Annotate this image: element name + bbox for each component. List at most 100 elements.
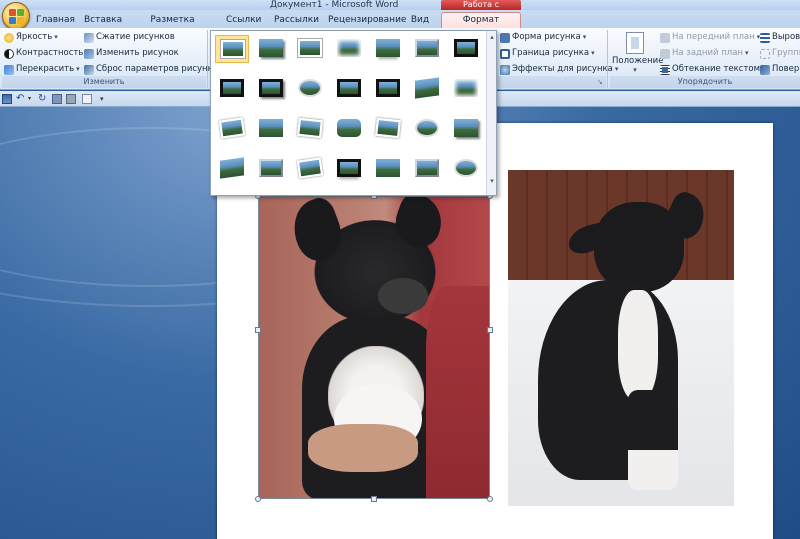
picture-style-thumb[interactable] [254, 35, 288, 63]
picture-style-thumb[interactable] [449, 115, 483, 143]
picture-style-thumb[interactable] [293, 115, 327, 143]
picture-style-thumb[interactable] [293, 75, 327, 103]
picture-style-thumb[interactable] [254, 75, 288, 103]
styles-group-label [498, 76, 606, 88]
send-back-label: На задний план [672, 48, 743, 58]
customize-qat-icon[interactable]: ▾ [100, 94, 110, 104]
scroll-down-icon[interactable]: ▾ [488, 177, 496, 185]
style-preview-image [337, 159, 361, 177]
chevron-down-icon: ▾ [633, 66, 637, 74]
picture-style-thumb[interactable] [254, 155, 288, 183]
picture-shape-label: Форма рисунка [512, 32, 581, 42]
style-preview-image [221, 40, 245, 58]
text-wrapping-button[interactable]: Обтекание текстом▾ [660, 62, 766, 77]
send-to-back-button[interactable]: На задний план ▾ [660, 46, 749, 61]
picture-shape-button[interactable]: Форма рисунка ▾ [500, 30, 586, 45]
tab-view[interactable]: Вид [410, 13, 430, 28]
reset-icon [84, 64, 94, 75]
picture-style-thumb[interactable] [332, 75, 366, 103]
picture-style-thumb[interactable] [371, 75, 405, 103]
contrast-label: Контрастность [16, 48, 84, 58]
tab-page-layout[interactable]: Разметка страницы [135, 13, 210, 40]
picture-style-thumb[interactable] [410, 75, 444, 103]
style-preview-image [220, 79, 244, 97]
new-document-icon[interactable] [82, 94, 92, 104]
picture-effects-button[interactable]: Эффекты для рисунка ▾ [500, 62, 618, 77]
tab-references[interactable]: Ссылки [226, 13, 261, 28]
compress-icon [84, 32, 94, 43]
gallery-scrollbar[interactable]: ▴ ▾ [486, 31, 496, 195]
picture-border-button[interactable]: Граница рисунка ▾ [500, 46, 595, 61]
rotate-button[interactable]: Поверн [760, 62, 800, 77]
office-logo-icon [9, 9, 25, 25]
position-icon [626, 32, 644, 54]
picture-style-thumb[interactable] [371, 115, 405, 143]
tab-mailings[interactable]: Рассылки [274, 13, 319, 28]
chevron-down-icon: ▾ [54, 33, 58, 41]
compress-label: Сжатие рисунков [96, 32, 175, 42]
picture-style-thumb[interactable] [332, 115, 366, 143]
picture-style-thumb[interactable] [332, 155, 366, 183]
redo-icon[interactable]: ↻ [38, 94, 48, 104]
dog-photo-right[interactable] [508, 170, 734, 506]
dialog-launcher-icon[interactable]: ↘ [597, 78, 603, 86]
picture-style-thumb[interactable] [371, 35, 405, 63]
picture-style-thumb[interactable] [215, 155, 249, 183]
scroll-up-icon[interactable]: ▴ [488, 33, 496, 41]
style-preview-image [376, 79, 400, 97]
style-preview-image [296, 157, 324, 179]
print-icon[interactable] [66, 94, 76, 104]
adjust-group-label: Изменить [2, 76, 206, 88]
style-preview-image [415, 119, 439, 137]
picture-style-thumb[interactable] [449, 35, 483, 63]
resize-handle-bottom-left[interactable] [255, 496, 261, 502]
picture-style-thumb[interactable] [371, 155, 405, 183]
change-picture-button[interactable]: Изменить рисунок [84, 46, 179, 61]
picture-style-thumb[interactable] [410, 155, 444, 183]
resize-handle-bottom-right[interactable] [487, 496, 493, 502]
picture-style-thumb[interactable] [449, 155, 483, 183]
tab-format[interactable]: Формат [441, 12, 521, 28]
group-button[interactable]: Группи [760, 46, 800, 61]
contrast-icon [4, 48, 14, 59]
picture-style-thumb[interactable] [332, 35, 366, 63]
position-label: Положение [612, 56, 664, 66]
picture-style-thumb[interactable] [410, 115, 444, 143]
position-button[interactable]: Положение ▾ [612, 30, 664, 74]
tab-home[interactable]: Главная [36, 13, 75, 28]
dog-chest [618, 290, 658, 400]
office-button[interactable] [2, 2, 30, 30]
picture-style-thumb[interactable] [254, 115, 288, 143]
style-preview-image [454, 159, 478, 177]
reset-picture-button[interactable]: Сброс параметров рисунка [84, 62, 218, 77]
title-bar: Документ1 - Microsoft Word Работа с рису… [0, 0, 800, 19]
picture-style-thumb[interactable] [215, 115, 249, 143]
tab-insert[interactable]: Вставка [84, 13, 122, 28]
group-icon [760, 48, 770, 59]
resize-handle-bottom[interactable] [371, 496, 377, 502]
print-preview-icon[interactable] [52, 94, 62, 104]
picture-style-thumb[interactable] [293, 35, 327, 63]
undo-icon[interactable]: ↶ [16, 94, 26, 104]
brightness-button[interactable]: Яркость ▾ [4, 30, 58, 45]
save-icon[interactable] [2, 94, 12, 104]
align-label: Выровн [772, 32, 800, 42]
resize-handle-right[interactable] [487, 327, 493, 333]
picture-style-thumb[interactable] [410, 35, 444, 63]
selection-frame[interactable] [258, 196, 490, 499]
rotate-label: Поверн [772, 64, 800, 74]
compress-pictures-button[interactable]: Сжатие рисунков [84, 30, 175, 45]
picture-style-thumb[interactable] [215, 75, 249, 103]
chevron-down-icon[interactable]: ▾ [28, 94, 38, 104]
picture-style-thumb[interactable] [293, 155, 327, 183]
picture-style-thumb[interactable] [449, 75, 483, 103]
tab-review[interactable]: Рецензирование [328, 13, 406, 28]
recolor-button[interactable]: Перекрасить ▾ [4, 62, 80, 77]
bring-to-front-button[interactable]: На передний план ▾ [660, 30, 760, 45]
resize-handle-left[interactable] [255, 327, 261, 333]
contrast-button[interactable]: Контрастность▾ [4, 46, 89, 61]
style-preview-image [415, 77, 439, 99]
picture-style-thumb[interactable] [215, 35, 249, 63]
align-button[interactable]: Выровн [760, 30, 800, 45]
text-wrap-label: Обтекание текстом [672, 64, 761, 74]
